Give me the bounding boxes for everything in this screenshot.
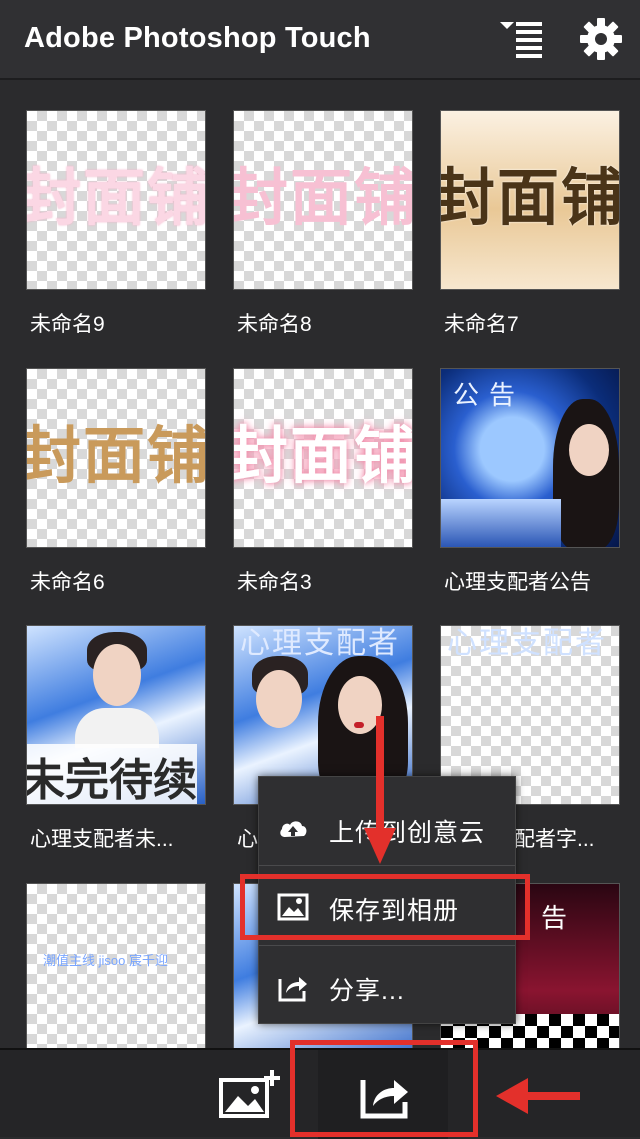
project-name: 未命名8: [237, 313, 312, 336]
red-down-arrow: [362, 716, 398, 866]
project-name: 未命名7: [444, 313, 519, 336]
project-thumbnail: 封面铺: [26, 368, 206, 548]
sort-menu-button[interactable]: [498, 18, 546, 58]
thumbnail-text: 潮值主线 jisoo 宸千迎: [43, 953, 168, 968]
app-title: Adobe Photoshop Touch: [24, 22, 371, 54]
gear-icon: [580, 18, 622, 60]
thumbnail-text: 心理支配者: [447, 627, 607, 660]
thumbnail-text: 告: [541, 903, 568, 933]
project-name: 配者字...: [514, 828, 595, 851]
red-left-arrow: [494, 1076, 584, 1116]
cloud-upload-icon: [280, 821, 307, 837]
project-thumbnail: 封面铺: [26, 110, 206, 290]
add-image-button[interactable]: [218, 1068, 284, 1122]
project-thumbnail: 潮值主线 jisoo 宸千迎: [26, 883, 206, 1048]
project-thumbnail: 封面铺: [440, 110, 620, 290]
project-name: 心理支配者公告: [444, 571, 591, 594]
thumbnail-text: 封面铺: [233, 164, 413, 233]
sort-list-icon: [500, 22, 542, 58]
project-thumbnail: 公告: [440, 368, 620, 548]
thumbnail-text: 封面铺: [233, 422, 413, 491]
menu-item-label: 上传到创意云: [329, 819, 486, 847]
thumbnail-text: 封面铺: [26, 422, 206, 491]
top-app-bar: Adobe Photoshop Touch: [0, 0, 640, 80]
highlight-save-to-album: [240, 874, 530, 940]
project-name: 心理支配者未...: [30, 828, 174, 851]
project-name: 未命名9: [30, 313, 105, 336]
project-thumbnail: 封面铺: [233, 110, 413, 290]
thumbnail-text: 未完待续: [27, 744, 197, 804]
share-icon: [278, 977, 307, 1002]
thumbnail-text: 封面铺: [26, 164, 206, 233]
settings-button[interactable]: [578, 16, 624, 62]
share-item[interactable]: 分享...: [259, 947, 515, 1027]
project-name: 未命名3: [237, 571, 312, 594]
add-image-icon: [219, 1070, 280, 1118]
menu-item-label: 分享...: [329, 977, 405, 1005]
project-thumbnail: 封面铺: [233, 368, 413, 548]
project-thumbnail: 未完待续: [26, 625, 206, 805]
highlight-share-button: [290, 1040, 478, 1137]
thumbnail-text: 封面铺: [440, 164, 620, 233]
thumbnail-text: 公告: [453, 381, 526, 411]
thumbnail-text: 心理支配者: [240, 627, 400, 660]
project-name: 未命名6: [30, 571, 105, 594]
